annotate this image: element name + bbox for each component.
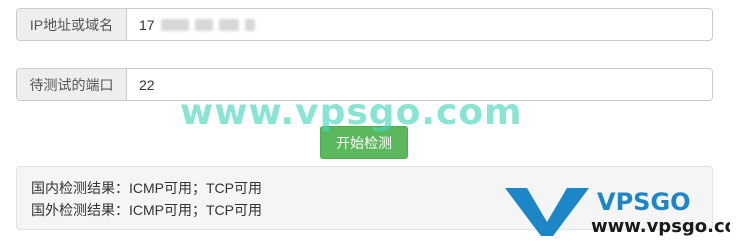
port-input-group: 待测试的端口: [16, 68, 713, 101]
host-input-group: IP地址或域名 17: [16, 8, 713, 41]
host-input[interactable]: 17: [127, 9, 712, 40]
port-input[interactable]: [127, 69, 712, 100]
redacted-segment: [194, 18, 213, 31]
host-label: IP地址或域名: [17, 9, 127, 40]
result-panel: 国内检测结果：ICMP可用；TCP可用 国外检测结果：ICMP可用；TCP可用: [16, 166, 713, 230]
result-foreign: 国外检测结果：ICMP可用；TCP可用: [31, 202, 262, 218]
host-value-visible: 17: [139, 16, 155, 33]
redacted-segment: [244, 18, 255, 31]
port-label: 待测试的端口: [17, 69, 127, 100]
redacted-segment: [218, 18, 239, 31]
result-domestic: 国内检测结果：ICMP可用；TCP可用: [31, 180, 262, 196]
start-check-button[interactable]: 开始检测: [320, 126, 408, 159]
redacted-segment: [160, 18, 189, 31]
